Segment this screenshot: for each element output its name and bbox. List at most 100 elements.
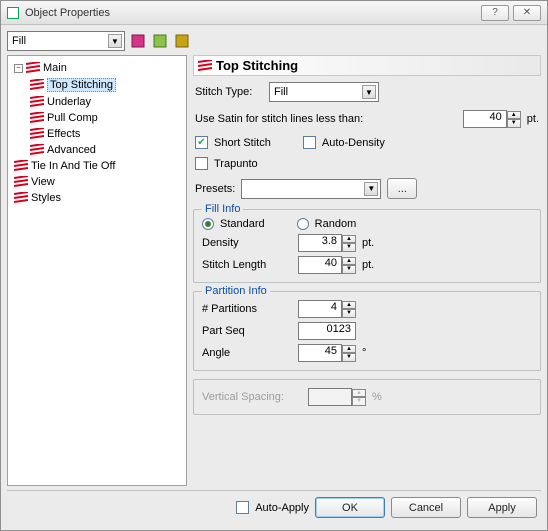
spin-up-icon[interactable]: ▲: [342, 345, 356, 354]
tree-item-top-stitching[interactable]: Top Stitching: [30, 76, 182, 94]
vspacing-value: [308, 388, 352, 406]
tree-item-label: Underlay: [47, 96, 91, 108]
vspacing-label: Vertical Spacing:: [202, 391, 302, 403]
dialog-buttons: Auto-Apply OK Cancel Apply: [7, 490, 541, 524]
short-stitch-checkbox[interactable]: ✔: [195, 136, 208, 149]
panel-title: Top Stitching: [216, 58, 298, 73]
tree-item-label: Advanced: [47, 144, 96, 156]
spin-up-icon: ▲: [352, 389, 366, 398]
tree-item-advanced[interactable]: Advanced: [30, 142, 182, 158]
tree-item-label: Styles: [31, 192, 61, 204]
vspacing-unit: %: [372, 391, 382, 403]
short-stitch-label: Short Stitch: [214, 137, 271, 149]
tree-item-view[interactable]: View: [14, 174, 182, 190]
use-satin-value[interactable]: 40: [463, 110, 507, 128]
random-label: Random: [315, 218, 357, 230]
stitch-length-unit: pt.: [362, 259, 374, 271]
panel-header: Top Stitching: [193, 55, 541, 76]
cancel-button[interactable]: Cancel: [391, 497, 461, 518]
properties-panel: Top Stitching Stitch Type: Fill ▼ Use Sa…: [193, 55, 541, 486]
stitch-icon: [30, 128, 44, 140]
partitions-value[interactable]: 4: [298, 300, 342, 318]
use-satin-unit: pt.: [527, 113, 539, 125]
tree-root[interactable]: − Main: [14, 60, 182, 76]
trapunto-label: Trapunto: [214, 158, 258, 170]
auto-density-label: Auto-Density: [322, 137, 385, 149]
auto-density-checkbox[interactable]: [303, 136, 316, 149]
app-icon: [7, 7, 19, 19]
chevron-down-icon: ▼: [362, 85, 376, 99]
part-seq-label: Part Seq: [202, 325, 292, 337]
help-button[interactable]: ?: [481, 5, 509, 21]
tree-item-label: View: [31, 176, 55, 188]
tree-item-tie[interactable]: Tie In And Tie Off: [14, 158, 182, 174]
tree-item-underlay[interactable]: Underlay: [30, 94, 182, 110]
spin-down-icon[interactable]: ▼: [507, 119, 521, 128]
spin-down-icon[interactable]: ▼: [342, 265, 356, 274]
presets-combo[interactable]: ▼: [241, 179, 381, 199]
spin-up-icon[interactable]: ▲: [342, 235, 356, 244]
angle-value[interactable]: 45: [298, 344, 342, 362]
window-controls: ? ✕: [481, 5, 541, 21]
spin-up-icon[interactable]: ▲: [507, 111, 521, 120]
random-radio[interactable]: [297, 218, 309, 230]
density-unit: pt.: [362, 237, 374, 249]
vspacing-spinner: ▲▼: [308, 388, 366, 406]
trapunto-checkbox[interactable]: [195, 157, 208, 170]
spin-up-icon[interactable]: ▲: [342, 257, 356, 266]
tree-item-label: Tie In And Tie Off: [31, 160, 115, 172]
tree-item-effects[interactable]: Effects: [30, 126, 182, 142]
presets-browse-button[interactable]: ...: [387, 178, 417, 199]
tree-item-label: Top Stitching: [47, 78, 116, 92]
toolbar-icon-1[interactable]: [129, 32, 147, 50]
stitch-type-value: Fill: [274, 86, 288, 98]
toolbar-icon-3[interactable]: [173, 32, 191, 50]
density-spinner[interactable]: 3.8 ▲▼: [298, 234, 356, 252]
apply-button[interactable]: Apply: [467, 497, 537, 518]
category-combo[interactable]: Fill ▼: [7, 31, 125, 51]
angle-spinner[interactable]: 45 ▲▼: [298, 344, 356, 362]
tree-pane: − Main Top Stitching Underlay: [7, 55, 187, 486]
ok-button[interactable]: OK: [315, 497, 385, 518]
collapse-icon[interactable]: −: [14, 64, 23, 73]
tree-item-label: Pull Comp: [47, 112, 98, 124]
stitch-icon: [30, 144, 44, 156]
auto-apply-label: Auto-Apply: [255, 502, 309, 514]
stitch-length-spinner[interactable]: 40 ▲▼: [298, 256, 356, 274]
spin-down-icon[interactable]: ▼: [342, 309, 356, 318]
stitch-length-value[interactable]: 40: [298, 256, 342, 274]
window: Object Properties ? ✕ Fill ▼: [0, 0, 548, 531]
angle-label: Angle: [202, 347, 292, 359]
standard-radio[interactable]: [202, 218, 214, 230]
stitch-type-combo[interactable]: Fill ▼: [269, 82, 379, 102]
stitch-icon: [26, 62, 40, 74]
tree-item-pull-comp[interactable]: Pull Comp: [30, 110, 182, 126]
angle-unit: °: [362, 347, 366, 359]
spin-up-icon[interactable]: ▲: [342, 301, 356, 310]
close-button[interactable]: ✕: [513, 5, 541, 21]
toolbar-icon-2[interactable]: [151, 32, 169, 50]
auto-apply-checkbox[interactable]: [236, 501, 249, 514]
partitions-label: # Partitions: [202, 303, 292, 315]
density-value[interactable]: 3.8: [298, 234, 342, 252]
use-satin-spinner[interactable]: 40 ▲▼: [463, 110, 521, 128]
stitch-icon: [30, 112, 44, 124]
tree-item-styles[interactable]: Styles: [14, 190, 182, 206]
partitions-spinner[interactable]: 4 ▲▼: [298, 300, 356, 318]
stitch-icon: [14, 192, 28, 204]
partition-info-group: Partition Info # Partitions 4 ▲▼ Part Se…: [193, 291, 541, 371]
chevron-down-icon: ▼: [108, 34, 122, 48]
stitch-icon: [14, 176, 28, 188]
spin-down-icon[interactable]: ▼: [342, 243, 356, 252]
presets-label: Presets:: [195, 183, 235, 195]
part-seq-value[interactable]: 0123: [298, 322, 356, 340]
fill-info-legend: Fill Info: [202, 203, 243, 215]
tree-item-label: Effects: [47, 128, 80, 140]
stitch-icon: [30, 96, 44, 108]
use-satin-label: Use Satin for stitch lines less than:: [195, 113, 457, 125]
stitch-icon: [14, 160, 28, 172]
spin-down-icon[interactable]: ▼: [342, 353, 356, 362]
fill-info-group: Fill Info Standard Random Density 3.8 ▲▼: [193, 209, 541, 283]
standard-label: Standard: [220, 218, 265, 230]
stitch-icon: [198, 60, 212, 72]
